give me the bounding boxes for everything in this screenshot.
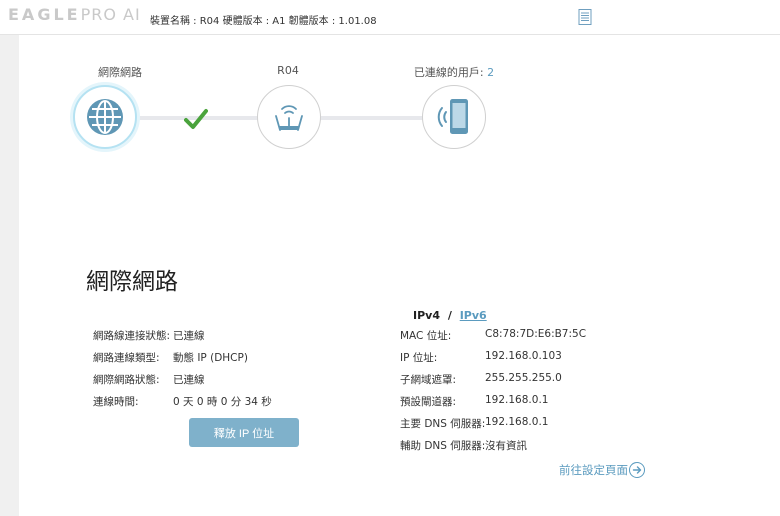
mac-label: MAC 位址:: [400, 330, 452, 342]
cable-status-value: 已連線: [173, 330, 205, 342]
clients-node-label: 已連線的用戶: 2: [414, 64, 494, 80]
document-icon[interactable]: [578, 9, 592, 25]
device-icon: [437, 99, 468, 134]
ipv4-tab[interactable]: IPv4: [413, 309, 440, 322]
ipv6-tab[interactable]: IPv6: [460, 309, 487, 322]
left-sidebar-strip: [0, 35, 19, 516]
logo: EAGLEPRO AI: [8, 5, 141, 24]
release-ip-button[interactable]: 釋放 IP 位址: [189, 418, 299, 447]
subnet-mask-label: 子網域遮罩:: [400, 374, 457, 386]
connection-type-label: 網路連線類型:: [93, 352, 160, 364]
top-header: EAGLEPRO AI 裝置名稱 : R04 硬體版本 : A1 韌體版本 : …: [0, 0, 780, 35]
gateway-label: 預設閘道器:: [400, 396, 457, 408]
ip-address-label: IP 位址:: [400, 352, 438, 364]
goto-settings-link[interactable]: 前往設定頁面: [559, 462, 645, 478]
router-node[interactable]: [257, 85, 321, 149]
mac-value: C8:78:7D:E6:B7:5C: [485, 328, 587, 340]
uptime-value: 0 天 0 時 0 分 34 秒: [173, 396, 272, 408]
internet-node-label: 網際網路: [98, 66, 142, 79]
router-node-label: R04: [277, 64, 299, 77]
cable-status-label: 網路線連接狀態:: [93, 330, 171, 342]
internet-status-label: 網際網路狀態:: [93, 374, 160, 386]
ip-address-value: 192.168.0.103: [485, 350, 562, 362]
globe-icon: [87, 99, 123, 135]
router-icon: [275, 105, 303, 131]
ip-version-toggle: IPv4 / IPv6: [413, 309, 487, 322]
primary-dns-value: 192.168.0.1: [485, 416, 549, 428]
clients-count: 2: [487, 66, 495, 79]
secondary-dns-label: 輔助 DNS 伺服器:: [400, 440, 486, 452]
subnet-mask-value: 255.255.255.0: [485, 372, 562, 384]
uptime-label: 連線時間:: [93, 396, 139, 408]
connection-type-value: 動態 IP (DHCP): [173, 352, 248, 364]
goto-settings-text: 前往設定頁面: [559, 463, 628, 477]
ip-toggle-separator: /: [447, 309, 452, 322]
router-clients-link: [318, 116, 424, 120]
internet-status-value: 已連線: [173, 374, 205, 386]
arrow-right-icon: [629, 462, 645, 478]
section-title: 網際網路: [86, 269, 178, 295]
clients-label-text: 已連線的用戶:: [413, 66, 484, 79]
device-info: 裝置名稱 : R04 硬體版本 : A1 韌體版本 : 1.01.08: [150, 16, 377, 27]
check-icon: [184, 109, 208, 129]
secondary-dns-value: 沒有資訊: [485, 440, 527, 452]
primary-dns-label: 主要 DNS 伺服器:: [400, 418, 486, 430]
gateway-value: 192.168.0.1: [485, 394, 549, 406]
internet-node[interactable]: [73, 85, 137, 149]
clients-node[interactable]: [422, 85, 486, 149]
logo-pro: PRO AI: [80, 5, 141, 24]
logo-main: EAGLE: [8, 5, 81, 24]
